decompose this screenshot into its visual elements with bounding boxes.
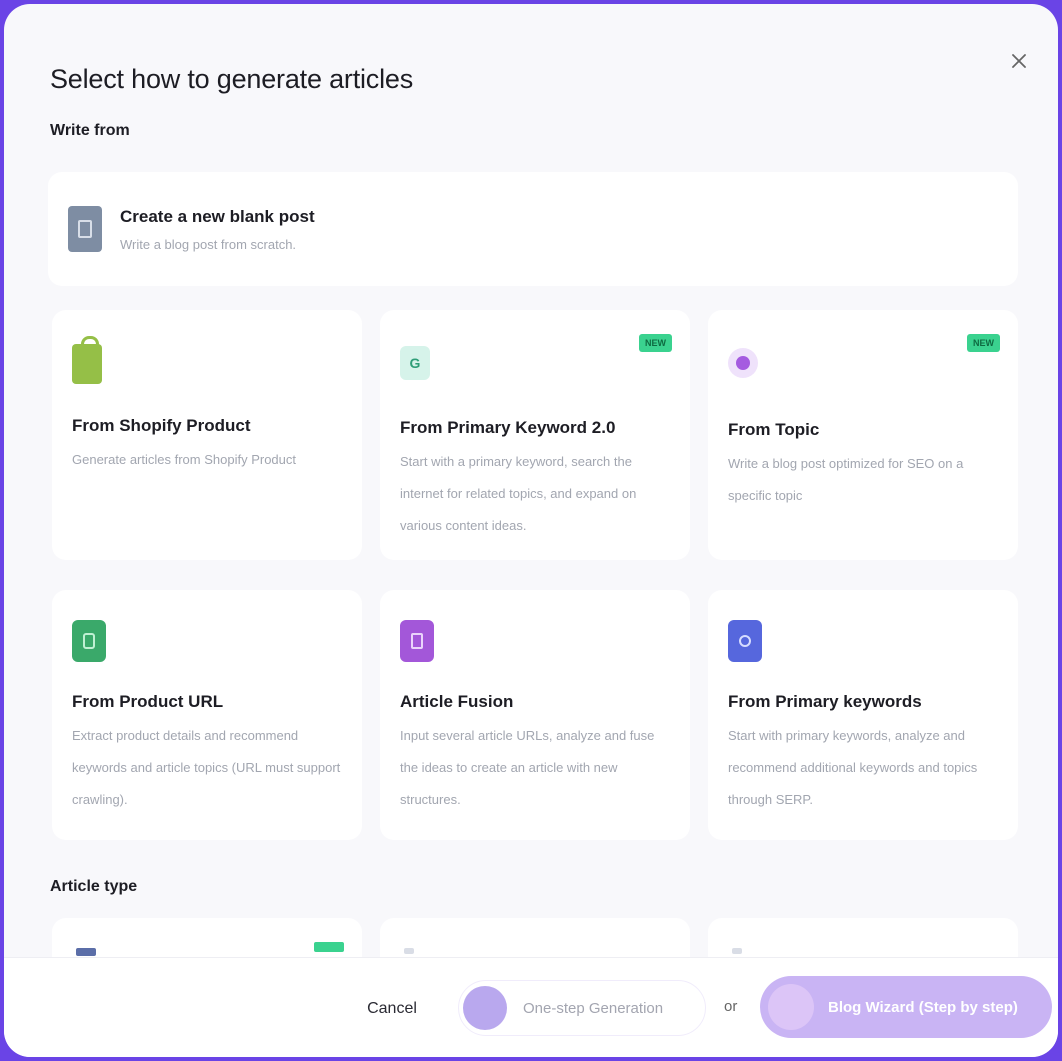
blog-wizard-label: Blog Wizard (Step by step): [828, 998, 1018, 1016]
card-description: Extract product details and recommend ke…: [72, 728, 341, 807]
new-badge: [314, 942, 344, 952]
blank-post-description: Write a blog post from scratch.: [120, 236, 297, 252]
modal-title: Select how to generate articles: [50, 64, 414, 94]
card-description: Start with a primary keyword, search the…: [400, 454, 637, 533]
card-from-product-url[interactable]: From Product URL Extract product details…: [52, 590, 362, 840]
article-type-icon: [76, 948, 96, 956]
cancel-button[interactable]: Cancel: [344, 984, 440, 1034]
fusion-document-icon: [400, 620, 434, 662]
article-type-icon: [404, 948, 414, 954]
card-title: From Topic: [728, 420, 820, 439]
keyword-icon: G: [400, 346, 430, 380]
one-step-label: One-step Generation: [523, 999, 664, 1017]
lightning-icon: [463, 986, 507, 1030]
card-from-primary-keywords[interactable]: From Primary keywords Start with primary…: [708, 590, 1018, 840]
card-description: Generate articles from Shopify Product: [72, 452, 296, 467]
one-step-generation-button[interactable]: One-step Generation: [458, 980, 706, 1036]
card-article-fusion[interactable]: Article Fusion Input several article URL…: [380, 590, 690, 840]
modal-footer: Cancel One-step Generation or Blog Wizar…: [4, 957, 1058, 1057]
document-icon: [68, 206, 102, 252]
card-from-primary-keyword-2[interactable]: NEW G From Primary Keyword 2.0 Start wit…: [380, 310, 690, 560]
article-type-icon: [732, 948, 742, 954]
section-label-article-type: Article type: [50, 878, 138, 895]
blog-wizard-button[interactable]: Blog Wizard (Step by step): [760, 976, 1052, 1038]
close-button[interactable]: [1004, 46, 1034, 76]
section-label-write-from: Write from: [50, 122, 130, 139]
link-document-icon: [72, 620, 106, 662]
card-description: Start with primary keywords, analyze and…: [728, 728, 978, 807]
card-title: Article Fusion: [400, 692, 514, 711]
card-description: Write a blog post optimized for SEO on a…: [728, 456, 964, 503]
shopify-bag-icon: [72, 336, 102, 384]
card-from-shopify-product[interactable]: From Shopify Product Generate articles f…: [52, 310, 362, 560]
topic-icon: [728, 348, 758, 378]
generate-articles-modal: Select how to generate articles Write fr…: [4, 4, 1058, 1057]
or-separator: or: [724, 998, 738, 1015]
card-title: From Primary keywords: [728, 692, 922, 711]
search-document-icon: [728, 620, 762, 662]
wand-icon: [768, 984, 814, 1030]
close-icon: [1012, 54, 1026, 68]
card-title: From Primary Keyword 2.0: [400, 418, 616, 437]
card-title: From Shopify Product: [72, 416, 251, 435]
card-description: Input several article URLs, analyze and …: [400, 728, 655, 807]
blank-post-card[interactable]: Create a new blank post Write a blog pos…: [48, 172, 1018, 286]
card-title: From Product URL: [72, 692, 224, 711]
blank-post-title: Create a new blank post: [120, 206, 315, 226]
card-from-topic[interactable]: NEW From Topic Write a blog post optimiz…: [708, 310, 1018, 560]
